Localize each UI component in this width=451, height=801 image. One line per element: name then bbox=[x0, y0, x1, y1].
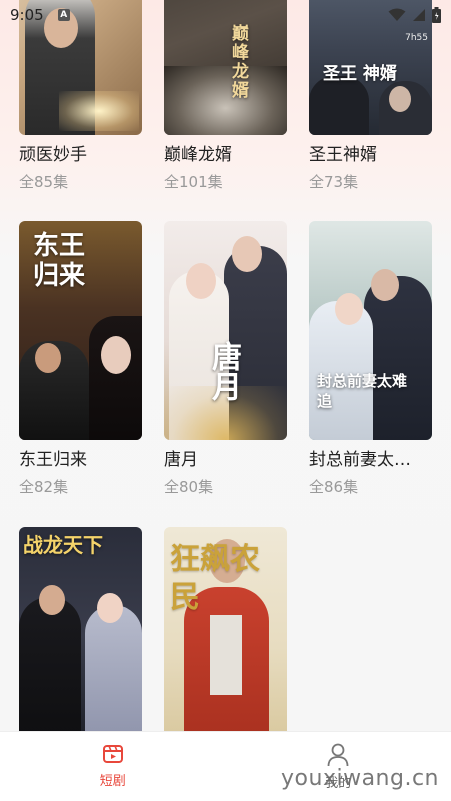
drama-card[interactable]: 东王归来 东王归来 全82集 bbox=[19, 221, 142, 497]
wifi-icon bbox=[388, 8, 406, 21]
drama-episodes: 全73集 bbox=[309, 173, 359, 191]
poster-title-art: 唐月 bbox=[206, 341, 241, 401]
poster-badge: 7h55 bbox=[405, 33, 428, 43]
poster-title-art: 战龙天下 bbox=[23, 533, 103, 557]
drama-card[interactable]: 封总前妻太难追 封总前妻太… 全86集 bbox=[309, 221, 432, 497]
drama-title: 圣王神婿 bbox=[309, 145, 377, 165]
drama-title: 巅峰龙婿 bbox=[164, 145, 232, 165]
drama-poster[interactable]: 战龙天下 bbox=[19, 527, 142, 746]
drama-poster[interactable]: 唐月 bbox=[164, 221, 287, 440]
poster-title-art: 圣王 神婿 bbox=[323, 64, 397, 84]
user-icon bbox=[327, 743, 349, 767]
poster-title-art: 巅峰龙婿 bbox=[228, 24, 248, 100]
short-drama-icon bbox=[102, 745, 123, 763]
drama-title: 唐月 bbox=[164, 450, 198, 470]
drama-card[interactable]: 战龙天下 bbox=[19, 527, 142, 746]
drama-episodes: 全80集 bbox=[164, 478, 214, 496]
battery-icon bbox=[432, 7, 441, 23]
drama-card[interactable]: 唐月 唐月 全80集 bbox=[164, 221, 287, 497]
signal-icon bbox=[413, 9, 425, 21]
drama-poster[interactable]: 狂飙农民 bbox=[164, 527, 287, 746]
poster-title-art: 东王归来 bbox=[33, 231, 86, 291]
tab-short-drama-label: 短剧 bbox=[99, 774, 126, 789]
drama-card[interactable]: 狂飙农民 bbox=[164, 527, 287, 746]
poster-title-art: 封总前妻太难追 bbox=[317, 372, 408, 410]
status-icons bbox=[388, 7, 441, 23]
drama-episodes: 全86集 bbox=[309, 478, 359, 496]
drama-episodes: 全82集 bbox=[19, 478, 69, 496]
drama-title: 封总前妻太… bbox=[309, 450, 411, 470]
drama-title: 东王归来 bbox=[19, 450, 87, 470]
drama-episodes: 全85集 bbox=[19, 173, 69, 191]
drama-poster[interactable]: 东王归来 bbox=[19, 221, 142, 440]
drama-episodes: 全101集 bbox=[164, 173, 223, 191]
poster-title-art: 狂飙农民 bbox=[170, 542, 260, 615]
tab-short-drama[interactable]: 短剧 bbox=[0, 732, 226, 801]
drama-title: 顽医妙手 bbox=[19, 145, 87, 165]
notification-icon: A bbox=[57, 9, 70, 21]
drama-poster[interactable]: 封总前妻太难追 bbox=[309, 221, 432, 440]
watermark: youxiwang.cn bbox=[281, 766, 439, 791]
status-bar: 9:05 A bbox=[0, 0, 451, 30]
status-time: 9:05 bbox=[10, 6, 44, 24]
